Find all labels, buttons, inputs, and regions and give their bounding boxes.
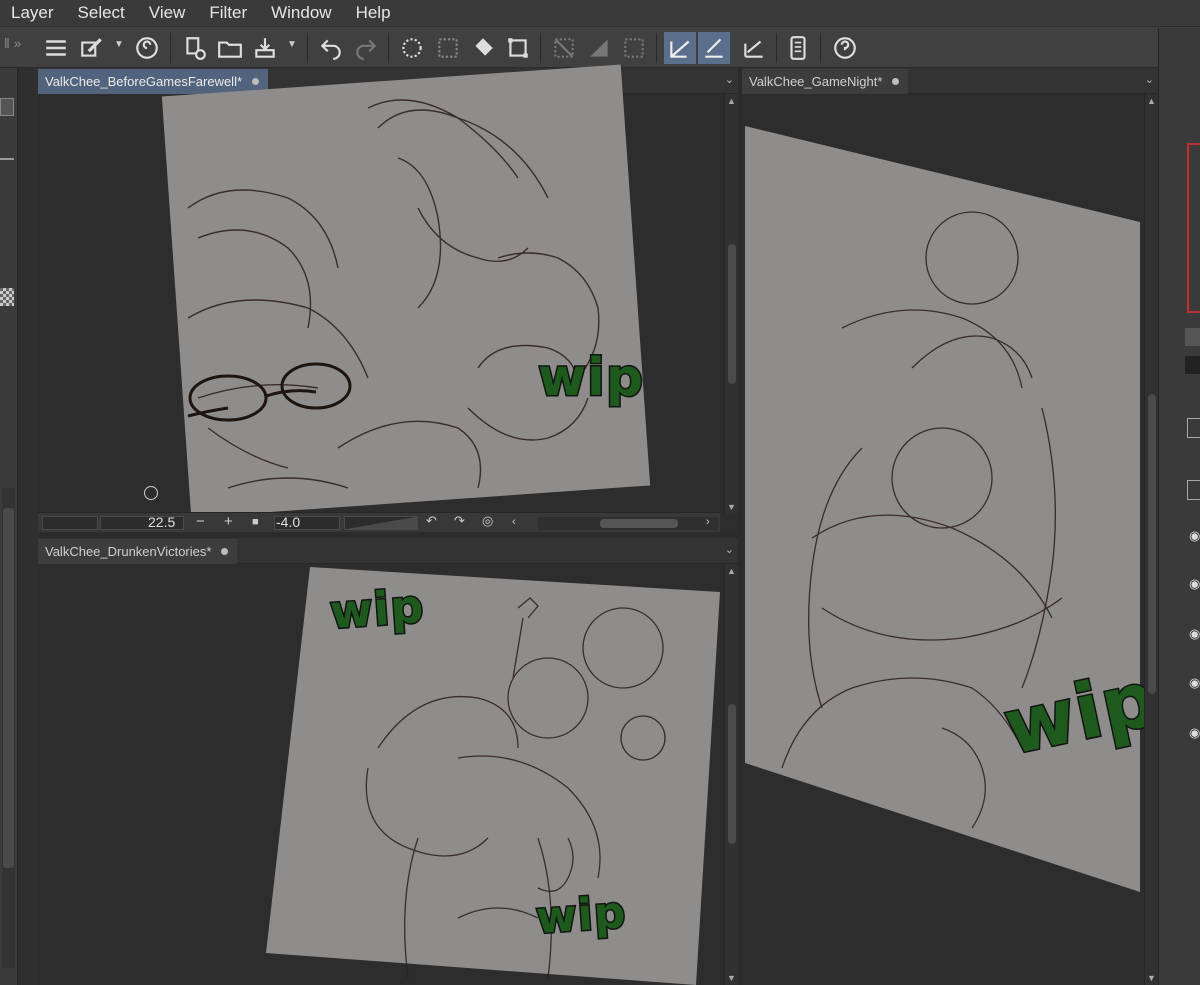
zoom-in-button[interactable]: +: [224, 513, 233, 530]
command-bar: ‖ » ▼ ▼: [0, 26, 1200, 68]
menu-layer[interactable]: Layer: [0, 0, 66, 26]
left-dock: [0, 68, 18, 985]
canvas-paper[interactable]: [742, 68, 1158, 985]
undo-icon[interactable]: [315, 32, 347, 64]
wip-label: wip: [536, 347, 645, 410]
menu-bar: Layer Select View Filter Window Help: [0, 0, 1200, 26]
panel-grip-icon[interactable]: ‖ »: [4, 35, 21, 51]
sketch-lines: [187, 99, 600, 489]
zoom-out-button[interactable]: −: [196, 513, 205, 530]
scroll-thumb[interactable]: [3, 508, 14, 868]
eye-icon[interactable]: ◉: [1189, 725, 1200, 741]
selection-dots-icon[interactable]: [396, 32, 428, 64]
redo-icon[interactable]: [350, 32, 382, 64]
smartphone-icon[interactable]: [782, 32, 814, 64]
eye-icon[interactable]: ◉: [1189, 626, 1200, 642]
ruler-snap-icon[interactable]: [698, 32, 730, 64]
brush-cursor-icon: [144, 486, 158, 500]
chevron-down-icon[interactable]: ▼: [287, 39, 297, 50]
select-icon[interactable]: [432, 32, 464, 64]
rotate-left-icon[interactable]: ↶: [426, 513, 437, 529]
right-dock: ◉ ◉ ◉ ◉ ◉: [1158, 28, 1200, 985]
menu-icon[interactable]: [40, 32, 72, 64]
canvas-window-gamenight: ValkChee_GameNight* ⌄ wip ▲ ▼: [742, 68, 1167, 985]
eye-icon[interactable]: ◉: [1189, 576, 1200, 592]
eye-icon[interactable]: ◉: [1189, 675, 1200, 691]
vertical-scrollbar[interactable]: ▲ ▼: [1144, 94, 1158, 985]
navigator-preview[interactable]: [1187, 143, 1200, 313]
zoom-value: 22.5: [148, 514, 176, 530]
menu-select[interactable]: Select: [66, 0, 137, 26]
menu-window[interactable]: Window: [259, 0, 343, 26]
help-icon[interactable]: [829, 32, 861, 64]
new-file-icon[interactable]: [179, 32, 211, 64]
hide-selection-icon[interactable]: [548, 32, 580, 64]
menu-filter[interactable]: Filter: [197, 0, 259, 26]
select-inverse-icon[interactable]: [618, 32, 650, 64]
rotate-slider[interactable]: [344, 516, 418, 530]
divider: [0, 158, 14, 160]
fit-button[interactable]: ■: [252, 516, 259, 528]
panel-icon[interactable]: [1185, 328, 1200, 346]
vertical-scrollbar[interactable]: ▲ ▼: [724, 564, 738, 985]
layer-list-icon[interactable]: [1187, 480, 1200, 500]
wip-label-top: wip: [327, 577, 428, 640]
layer-thumbnail-icon[interactable]: [1187, 418, 1200, 438]
snap-icon[interactable]: [664, 32, 696, 64]
fill-icon[interactable]: [467, 32, 499, 64]
scroll-left-icon[interactable]: ‹: [512, 516, 516, 528]
navigator-bar: 22.5 − + ■ -4.0 ↶ ↷ ◎ ‹ ›: [38, 512, 720, 532]
horizontal-scrollbar[interactable]: [538, 517, 718, 530]
eye-icon[interactable]: ◉: [1189, 528, 1200, 544]
chevron-down-icon[interactable]: ▼: [114, 39, 124, 50]
transform-icon[interactable]: [502, 32, 534, 64]
rotate-value: -4.0: [276, 514, 301, 530]
save-icon[interactable]: [249, 32, 281, 64]
zoom-slider[interactable]: [42, 516, 98, 530]
brush-settings-icon[interactable]: [76, 32, 108, 64]
rotate-right-icon[interactable]: ↷: [454, 513, 465, 529]
special-ruler-icon[interactable]: [738, 32, 770, 64]
reset-rotation-icon[interactable]: ◎: [482, 513, 493, 529]
scroll-right-icon[interactable]: ›: [706, 516, 710, 528]
fill-pattern-icon[interactable]: [583, 32, 615, 64]
canvas-window-before: ValkChee_BeforeGamesFarewell* ⌄ wip ▲ ▼: [38, 64, 738, 534]
panel-icon[interactable]: [1185, 356, 1200, 374]
menu-help[interactable]: Help: [344, 0, 403, 26]
layer-icon[interactable]: [0, 98, 14, 116]
vertical-scrollbar[interactable]: ▲ ▼: [724, 94, 738, 514]
menu-view[interactable]: View: [137, 0, 198, 26]
wip-label-bottom: wip: [533, 885, 630, 945]
canvas-window-drunken: ValkChee_DrunkenVictories* ⌄ wip wip ▲ ▼: [38, 538, 738, 985]
spiral-icon[interactable]: [131, 32, 163, 64]
open-folder-icon[interactable]: [214, 32, 246, 64]
transparency-icon[interactable]: [0, 288, 14, 306]
